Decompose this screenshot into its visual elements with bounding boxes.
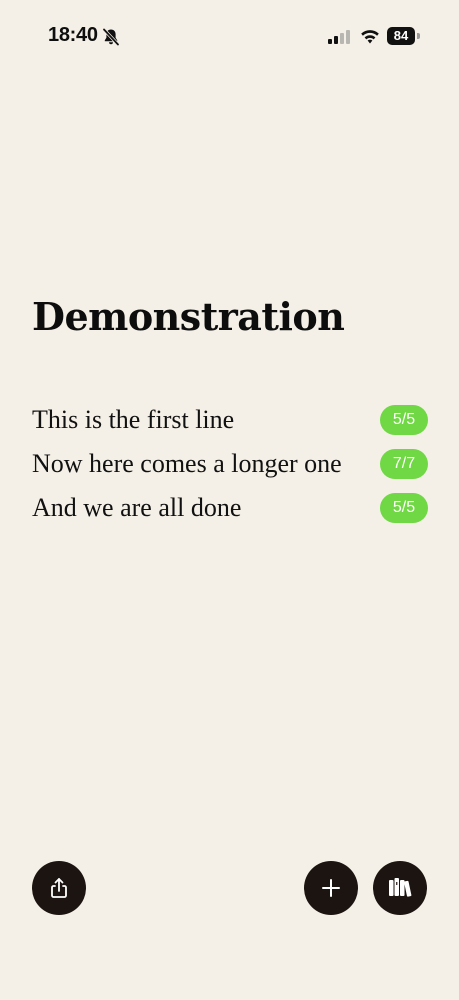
add-button[interactable] bbox=[304, 861, 358, 915]
battery-level: 84 bbox=[387, 27, 415, 45]
bell-off-icon bbox=[102, 27, 120, 47]
line-row[interactable]: And we are all done 5/5 bbox=[32, 486, 428, 530]
share-button[interactable] bbox=[32, 861, 86, 915]
status-time: 18:40 bbox=[48, 24, 98, 46]
share-icon bbox=[51, 878, 67, 898]
line-text: This is the first line bbox=[32, 405, 235, 434]
battery-icon: 84 bbox=[387, 27, 421, 45]
line-row[interactable]: This is the first line 5/5 bbox=[32, 398, 428, 442]
page-title: Demonstration bbox=[32, 294, 345, 339]
wifi-icon bbox=[361, 30, 379, 44]
score-badge: 5/5 bbox=[380, 405, 428, 435]
library-button[interactable] bbox=[373, 861, 427, 915]
line-text: Now here comes a longer one bbox=[32, 449, 342, 478]
line-text: And we are all done bbox=[32, 493, 242, 522]
line-row[interactable]: Now here comes a longer one 7/7 bbox=[32, 442, 428, 486]
books-icon bbox=[389, 878, 412, 897]
cellular-signal-icon bbox=[328, 30, 350, 44]
plus-icon bbox=[322, 879, 340, 897]
score-badge: 5/5 bbox=[380, 493, 428, 523]
score-badge: 7/7 bbox=[380, 449, 428, 479]
status-bar: 18:40 84 bbox=[0, 0, 459, 70]
battery-nub bbox=[417, 33, 420, 39]
lines-list: This is the first line 5/5 Now here come… bbox=[32, 398, 428, 530]
